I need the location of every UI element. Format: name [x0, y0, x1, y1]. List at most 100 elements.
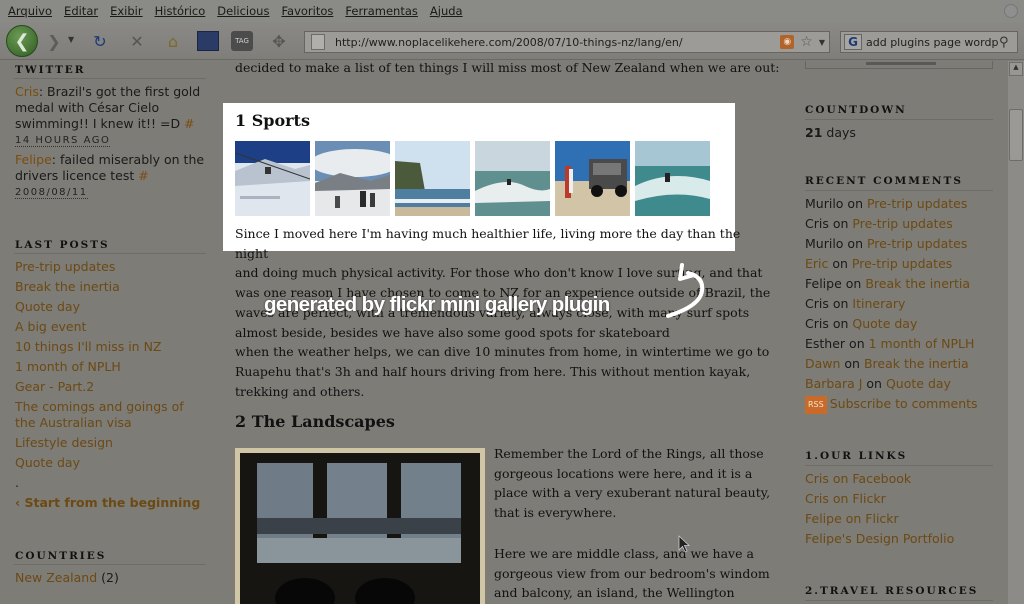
tweet-permalink[interactable]: # — [184, 116, 194, 131]
history-dropdown-icon[interactable]: ▼ — [68, 35, 74, 44]
gallery-photo-ski[interactable] — [235, 141, 310, 216]
gallery-photo-surfing[interactable] — [635, 141, 710, 216]
comment-post-link[interactable]: Quote day — [852, 316, 917, 331]
tweet-author[interactable]: Cris — [15, 84, 39, 99]
post-link[interactable]: 10 things I'll miss in NZ — [15, 339, 205, 355]
comment-post-link[interactable]: Pre-trip updates — [852, 256, 952, 271]
link-felipe-flickr[interactable]: Felipe on Flickr — [805, 511, 899, 527]
url-dropdown-icon[interactable]: ▼ — [819, 38, 825, 47]
search-input[interactable]: add plugins page wordpress — [866, 36, 999, 49]
rss-feed-icon[interactable]: ◉ — [780, 35, 795, 49]
link-felipe-portfolio[interactable]: Felipe's Design Portfolio — [805, 531, 954, 547]
comment-author: Cris — [805, 216, 829, 231]
post-link[interactable]: 1 month of NPLH — [15, 359, 205, 375]
link-cris-facebook[interactable]: Cris on Facebook — [805, 471, 911, 487]
subscribe-row[interactable]: RSS Subscribe to comments — [805, 396, 978, 414]
post-link[interactable]: Quote day — [15, 299, 205, 315]
tweet-author[interactable]: Felipe — [15, 152, 52, 167]
address-bar[interactable]: http://www.noplacelikehere.com/2008/07/1… — [304, 31, 830, 53]
section-heading-landscapes: 2 The Landscapes — [235, 412, 395, 431]
gallery-photo-snow-group[interactable] — [315, 141, 390, 216]
home-button[interactable]: ⌂ — [162, 31, 184, 51]
subscribe-comments-link[interactable]: Subscribe to comments — [830, 396, 978, 411]
post-link[interactable]: Quote day — [15, 455, 205, 471]
tweet-time: 14 HOURS AGO — [15, 135, 111, 147]
comment-item: Murilo on Pre-trip updates — [805, 196, 967, 212]
back-button[interactable]: ❮ — [6, 25, 38, 57]
comment-post-link[interactable]: Quote day — [886, 376, 951, 391]
menu-ferramentas[interactable]: Ferramentas — [341, 4, 426, 18]
paragraph-line: Since I moved here I'm having much healt… — [235, 226, 741, 261]
post-link[interactable]: Gear - Part.2 — [15, 379, 205, 395]
gallery-photo-beach[interactable] — [395, 141, 470, 216]
comment-author[interactable]: Barbara J — [805, 376, 862, 391]
paragraph-line: gorgeous view from our bedroom's windom — [494, 565, 770, 581]
tweet-permalink[interactable]: # — [138, 168, 148, 183]
comment-post-link[interactable]: Pre-trip updates — [867, 196, 967, 211]
tweet-time: 2008/08/11 — [15, 187, 88, 199]
countdown-heading: COUNTDOWN — [805, 104, 907, 116]
menu-delicious[interactable]: Delicious — [213, 4, 277, 18]
annotation-caption: generated by flickr mini gallery plugin — [264, 293, 610, 316]
landscapes-paragraph: Remember the Lord of the Rings, all thos… — [494, 444, 784, 523]
search-bar[interactable]: G add plugins page wordpress ⚲ — [840, 31, 1018, 53]
post-link[interactable]: Break the inertia — [15, 279, 205, 295]
vertical-scrollbar[interactable]: ▲ — [1008, 61, 1024, 604]
comment-post-link[interactable]: 1 month of NPLH — [869, 336, 975, 351]
search-icon[interactable]: ⚲ — [999, 35, 1017, 50]
forward-button[interactable]: ❯ — [42, 31, 66, 51]
divider — [805, 190, 993, 191]
google-search-engine-icon[interactable]: G — [844, 34, 862, 50]
search-button-remnant[interactable] — [866, 62, 936, 65]
menu-ajuda[interactable]: Ajuda — [426, 4, 471, 18]
reload-icon: ↻ — [93, 31, 107, 51]
menu-exibir[interactable]: Exibir — [106, 4, 151, 18]
menu-historico[interactable]: Histórico — [151, 4, 214, 18]
comment-on-label: on — [840, 356, 864, 371]
menu-favoritos[interactable]: Favoritos — [277, 4, 341, 18]
bookmark-star-icon[interactable]: ☆ — [800, 34, 813, 50]
gallery-photo-surfer-car[interactable] — [555, 141, 630, 216]
paragraph-line: trekking and others. — [235, 383, 365, 399]
divider — [14, 253, 206, 254]
stop-button[interactable]: ✕ — [126, 31, 148, 51]
mouse-cursor-icon — [678, 535, 691, 553]
comment-post-link[interactable]: Break the inertia — [864, 356, 969, 371]
post-link[interactable]: The comings and goings of the Australian… — [15, 399, 195, 431]
comment-post-link[interactable]: Itinerary — [852, 296, 905, 311]
url-text[interactable]: http://www.noplacelikehere.com/2008/07/1… — [335, 36, 780, 49]
reload-button[interactable]: ↻ — [89, 31, 111, 51]
tag-button[interactable]: TAG — [231, 31, 253, 51]
post-link[interactable]: Lifestyle design — [15, 435, 205, 451]
start-from-beginning-link[interactable]: ‹ Start from the beginning — [15, 495, 205, 511]
back-arrow-icon: ❮ — [14, 30, 30, 52]
post-link[interactable]: A big event — [15, 319, 205, 335]
country-item: New Zealand (2) — [15, 570, 205, 586]
bookmark-toolbar-button[interactable] — [197, 31, 219, 51]
addon-button[interactable]: ✥ — [268, 31, 290, 51]
comment-author[interactable]: Eric — [805, 256, 828, 271]
country-link[interactable]: New Zealand — [15, 570, 97, 585]
comment-post-link[interactable]: Break the inertia — [865, 276, 970, 291]
forward-arrow-icon: ❯ — [47, 31, 61, 51]
menu-bar: Arquivo Editar Exibir Histórico Deliciou… — [0, 0, 1024, 22]
comment-author[interactable]: Dawn — [805, 356, 840, 371]
comment-post-link[interactable]: Pre-trip updates — [852, 216, 952, 231]
gallery-photo-wave[interactable] — [475, 141, 550, 216]
scrollbar-thumb[interactable] — [1009, 109, 1023, 161]
post-link[interactable]: Pre-trip updates — [15, 259, 205, 275]
comment-on-label: on — [843, 196, 867, 211]
tweet-2: Felipe: failed miserably on the drivers … — [15, 152, 210, 184]
tweet-1: Cris: Brazil's got the first gold medal … — [15, 84, 210, 132]
puzzle-icon: ✥ — [272, 31, 286, 51]
comment-on-label: on — [862, 376, 886, 391]
comment-on-label: on — [828, 256, 852, 271]
paragraph-line: Ruapehu that's 3h and half hours driving… — [235, 363, 751, 379]
paragraph-line: almost beside, besides we have also some… — [235, 324, 670, 340]
link-cris-flickr[interactable]: Cris on Flickr — [805, 491, 886, 507]
throbber-icon — [1004, 4, 1018, 18]
comment-post-link[interactable]: Pre-trip updates — [867, 236, 967, 251]
menu-arquivo[interactable]: Arquivo — [4, 4, 60, 18]
scroll-up-arrow-icon[interactable]: ▲ — [1009, 62, 1023, 76]
menu-editar[interactable]: Editar — [60, 4, 106, 18]
